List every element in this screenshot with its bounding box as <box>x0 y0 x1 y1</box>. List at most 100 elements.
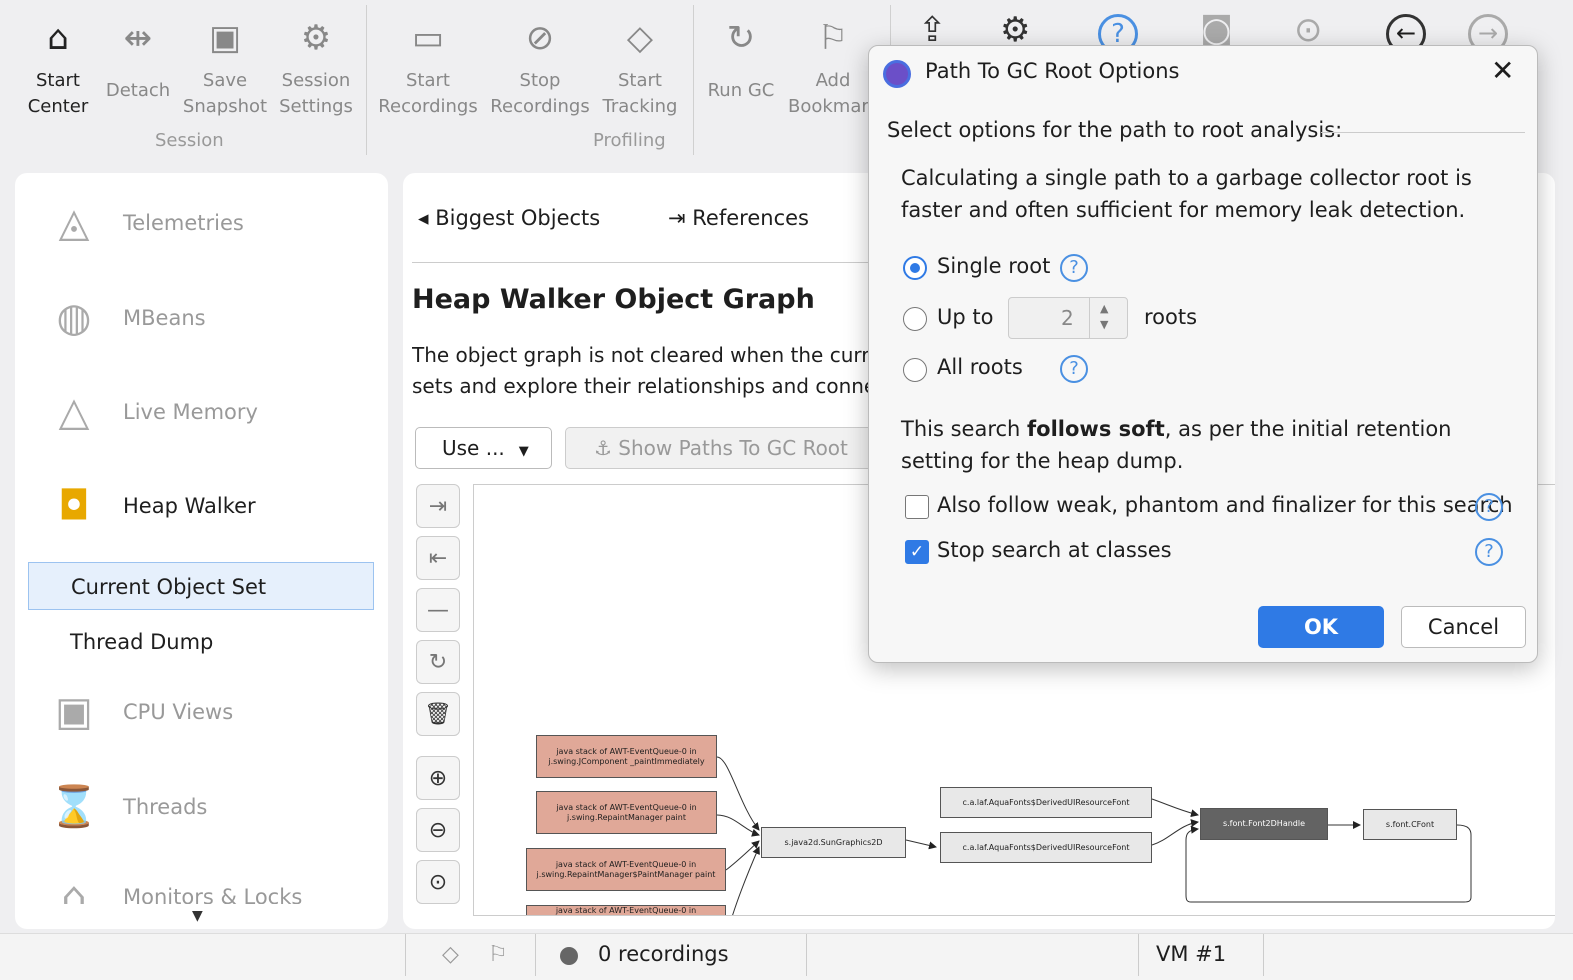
sidebar-item-thread-dump[interactable]: Thread Dump <box>28 618 374 666</box>
single-root-label[interactable]: Single root <box>937 254 1050 278</box>
ok-button[interactable]: OK <box>1258 606 1384 648</box>
cancel-button[interactable]: Cancel <box>1401 606 1526 648</box>
refresh-button[interactable]: ↻ <box>416 640 460 684</box>
camera-icon: ◘ <box>58 483 90 529</box>
sidebar-item-monitors-locks[interactable]: ⌂ Monitors & Locks <box>45 874 302 904</box>
up-to-radio[interactable] <box>903 307 927 331</box>
divider <box>1321 132 1525 133</box>
follow-weak-checkbox[interactable] <box>905 495 929 519</box>
sidebar-item-current-object-set[interactable]: Current Object Set <box>28 562 374 610</box>
close-icon[interactable]: ✕ <box>1491 54 1514 87</box>
roots-count-spinner[interactable]: 2 ▲ ▼ <box>1008 297 1128 339</box>
detach-button[interactable]: ⇹ Detach <box>102 8 174 104</box>
all-roots-radio[interactable] <box>903 358 927 382</box>
graph-edge <box>725 840 760 871</box>
graph-node[interactable]: c.a.laf.AquaFonts$DerivedUIResourceFont <box>940 832 1152 863</box>
import-button[interactable]: ⇤ <box>416 536 460 580</box>
help-icon[interactable]: ? <box>1060 254 1088 282</box>
zoom-out-button[interactable]: ⊖ <box>416 808 460 852</box>
remove-button[interactable]: — <box>416 588 460 632</box>
up-to-label[interactable]: Up to <box>937 305 993 329</box>
save-snapshot-button[interactable]: ▣ Save Snapshot <box>182 8 268 120</box>
threads-icon: ⌛ <box>49 784 99 830</box>
telemetries-icon: ◬ <box>58 200 90 246</box>
zoom-in-button[interactable]: ⊕ <box>416 756 460 800</box>
video-icon: ▭ <box>411 18 445 58</box>
group-session: Session <box>155 130 224 151</box>
graph-node[interactable]: s.font.Font2DHandle <box>1200 808 1328 840</box>
flag-icon[interactable]: ⚐ <box>488 942 508 967</box>
graph-edge <box>1151 798 1199 818</box>
sidebar-item-telemetries[interactable]: ◬ Telemetries <box>45 200 244 246</box>
show-paths-button[interactable]: ⚓ Show Paths To GC Root <box>565 427 875 469</box>
sidebar-item-mbeans[interactable]: ◍ MBeans <box>45 295 206 341</box>
tracking-icon[interactable]: ◇ <box>442 942 459 967</box>
session-settings-button[interactable]: ⚙ Session Settings <box>276 8 356 120</box>
save-icon: ▣ <box>208 18 242 58</box>
roots-label: roots <box>1144 305 1198 329</box>
help-icon[interactable]: ? <box>1060 355 1088 383</box>
graph-node[interactable]: java stack of AWT-EventQueue-0 in j.swin… <box>526 848 726 891</box>
start-tracking-button[interactable]: ◇ Start Tracking <box>600 8 680 120</box>
scroll-down-icon[interactable]: ▼ <box>192 908 203 924</box>
export-icon[interactable]: ⇪ <box>918 10 947 50</box>
group-profiling: Profiling <box>593 130 666 151</box>
settings-icon[interactable]: ⚙ <box>1000 10 1030 50</box>
tab-references[interactable]: ⇥ References <box>668 206 809 230</box>
pin-icon[interactable]: ⊙ <box>1294 10 1323 50</box>
zoom-fit-icon: ⊙ <box>428 869 448 895</box>
divider <box>693 5 694 155</box>
divider <box>412 262 872 263</box>
zoom-out-icon: ⊖ <box>428 817 448 843</box>
tab-biggest-objects[interactable]: ◂ Biggest Objects <box>418 206 600 230</box>
back-nav-icon: ◂ <box>418 206 436 230</box>
trash-icon: 🗑 <box>424 701 452 727</box>
description: The object graph is not cleared when the… <box>412 343 868 398</box>
graph-edge <box>716 756 760 831</box>
section-label: Select options for the path to root anal… <box>887 118 1343 142</box>
zoom-fit-button[interactable]: ⊙ <box>416 860 460 904</box>
sidebar-item-live-memory[interactable]: △ Live Memory <box>45 389 258 435</box>
globe-icon: ◍ <box>56 295 92 341</box>
shapes-icon: △ <box>58 389 90 435</box>
add-bookmark-button[interactable]: ⚐ Add Bookmark <box>788 8 879 120</box>
gear-icon: ⚙ <box>300 18 332 58</box>
sidebar-item-threads[interactable]: ⌛ Threads <box>45 783 207 830</box>
graph-node[interactable]: java stack of AWT-EventQueue-0 in <box>526 905 726 915</box>
run-gc-button[interactable]: ↻ Run GC <box>704 8 778 104</box>
spinner-down-icon[interactable]: ▼ <box>1100 318 1108 331</box>
sidebar-item-heap-walker[interactable]: ◘ Heap Walker <box>45 483 256 529</box>
sidebar-item-cpu-views[interactable]: ▣ CPU Views <box>45 689 233 735</box>
spinner-up-icon[interactable]: ▲ <box>1100 302 1108 315</box>
import-icon: ⇤ <box>428 545 448 571</box>
cpu-icon: ▣ <box>55 689 93 735</box>
graph-node[interactable]: s.font.CFont <box>1363 809 1457 840</box>
graph-node[interactable]: java stack of AWT-EventQueue-0 in j.swin… <box>536 735 717 778</box>
delete-button[interactable]: 🗑 <box>416 692 460 736</box>
graph-node[interactable]: c.a.laf.AquaFonts$DerivedUIResourceFont <box>940 787 1152 818</box>
use-dropdown[interactable]: Use ... ▼ <box>415 427 552 469</box>
start-recordings-button[interactable]: ▭ Start Recordings <box>378 8 478 120</box>
help-icon[interactable]: ? <box>1475 493 1503 521</box>
graph-node[interactable]: java stack of AWT-EventQueue-0 in j.swin… <box>536 791 717 834</box>
refresh-icon: ↻ <box>726 18 756 58</box>
single-root-radio[interactable] <box>903 256 927 280</box>
follow-weak-label[interactable]: Also follow weak, phantom and finalizer … <box>937 493 1513 517</box>
lock-icon: ⌂ <box>61 874 87 904</box>
graph-node[interactable]: s.java2d.SunGraphics2D <box>761 827 906 858</box>
camera-icon[interactable]: ◙ <box>1200 10 1233 50</box>
start-center-button[interactable]: ⌂ Start Center <box>22 8 94 120</box>
video-off-icon: ⊘ <box>525 18 555 58</box>
tracking-icon: ◇ <box>626 18 654 58</box>
roots-count-value[interactable]: 2 <box>1061 306 1074 330</box>
stop-recordings-button[interactable]: ⊘ Stop Recordings <box>490 8 590 120</box>
graph-edge <box>905 839 937 850</box>
all-roots-label[interactable]: All roots <box>937 355 1023 379</box>
search-info: This search follows soft, as per the ini… <box>901 417 1452 473</box>
export-graph-button[interactable]: ⇥ <box>416 484 460 528</box>
help-icon[interactable]: ? <box>1475 538 1503 566</box>
app-logo-icon <box>883 60 911 88</box>
path-to-gc-root-dialog: Path To GC Root Options ✕ Select options… <box>868 45 1538 663</box>
stop-at-classes-checkbox[interactable]: ✓ <box>905 540 929 564</box>
stop-at-classes-label[interactable]: Stop search at classes <box>937 538 1172 562</box>
